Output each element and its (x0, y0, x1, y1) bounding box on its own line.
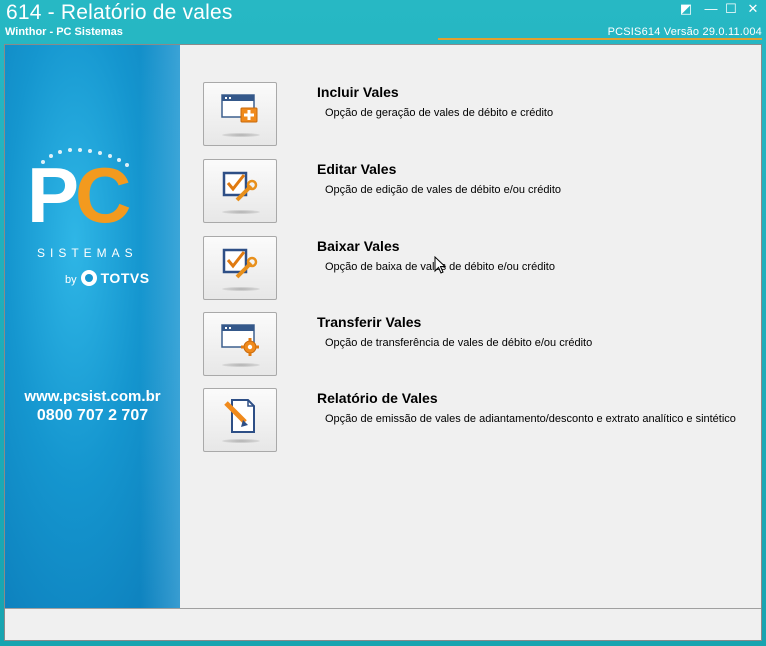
checkbox-wrench-icon (222, 248, 258, 279)
checkbox-wrench-icon (222, 171, 258, 202)
logo-p: P (27, 151, 79, 239)
sistemas-label: SISTEMAS (37, 246, 138, 260)
brand-panel: PC SISTEMAS by TOTVS www.pcsist.com.br 08… (5, 45, 180, 608)
option-title: Incluir Vales (317, 84, 399, 100)
option-description: Opção de edição de vales de débito e/ou … (325, 184, 562, 196)
window-title: 614 - Relatório de vales (6, 1, 233, 24)
mouse-cursor-icon (434, 256, 447, 274)
relatorio-de-vales-button[interactable] (203, 388, 277, 452)
option-title: Transferir Vales (317, 314, 422, 330)
transferir-vales-button[interactable] (203, 312, 277, 376)
option-baixar-vales: Baixar Vales Opção de baixa de vales de … (203, 236, 763, 302)
status-bar (5, 608, 761, 640)
pc-sistemas-logo: PC SISTEMAS by TOTVS (27, 148, 157, 300)
by-totvs: by TOTVS (65, 270, 150, 286)
option-title: Editar Vales (317, 161, 397, 177)
close-button[interactable]: ✕ (745, 2, 761, 16)
option-transferir-vales: Transferir Vales Opção de transferência … (203, 312, 763, 378)
maximize-button[interactable]: ☐ (723, 2, 739, 16)
logo-c: C (75, 151, 131, 239)
baixar-vales-button[interactable] (203, 236, 277, 300)
document-pen-icon (224, 399, 255, 433)
version-label: PCSIS614 Versão 29.0.11.004 (607, 26, 762, 38)
phone-label: 0800 707 2 707 (36, 407, 149, 424)
option-relatorio-de-vales: Relatório de Vales Opção de emissão de v… (203, 388, 763, 454)
brand-highlight (140, 45, 180, 608)
by-label: by (65, 274, 77, 286)
website-label: www.pcsist.com.br (24, 388, 161, 405)
editar-vales-button[interactable] (203, 159, 277, 223)
totvs-label: TOTVS (100, 270, 150, 286)
totvs-icon (80, 270, 97, 286)
incluir-vales-button[interactable] (203, 82, 277, 146)
minimize-button[interactable]: — (703, 2, 719, 16)
window-gear-icon (221, 324, 259, 356)
pc-logo-text: PC (27, 150, 131, 240)
version-underline (438, 38, 762, 40)
option-editar-vales: Editar Vales Opção de edição de vales de… (203, 159, 763, 225)
resize-icon[interactable]: ◩ (678, 2, 694, 16)
option-description: Opção de emissão de vales de adiantament… (325, 413, 736, 425)
client-area: PC SISTEMAS by TOTVS www.pcsist.com.br 08… (4, 44, 762, 641)
title-bar[interactable]: 614 - Relatório de vales Winthor - PC Si… (0, 0, 766, 44)
app-window: 614 - Relatório de vales Winthor - PC Si… (0, 0, 766, 646)
option-incluir-vales: Incluir Vales Opção de geração de vales … (203, 82, 763, 148)
window-add-icon (221, 94, 258, 123)
option-title: Relatório de Vales (317, 390, 438, 406)
window-subtitle: Winthor - PC Sistemas (5, 26, 123, 38)
option-description: Opção de transferência de vales de débit… (325, 337, 593, 349)
option-description: Opção de geração de vales de débito e cr… (325, 107, 554, 119)
option-title: Baixar Vales (317, 238, 400, 254)
